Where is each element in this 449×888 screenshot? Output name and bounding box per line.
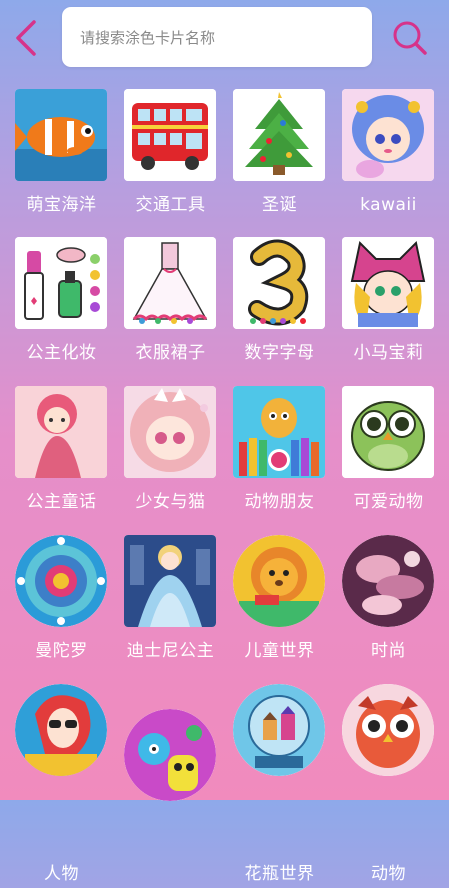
clownfish-image [15,89,107,181]
back-button[interactable] [10,18,44,58]
category-card-animal-friends[interactable]: 动物朋友 [228,377,337,527]
lion-image [233,535,325,627]
category-label: 少女与猫 [135,492,206,512]
chevron-left-icon [16,20,36,56]
category-label: 动物朋友 [244,492,315,512]
category-card-monsters[interactable] [119,700,228,850]
makeup-image [15,237,107,329]
search-input[interactable] [78,7,362,69]
category-label: 数字字母 [244,343,315,363]
category-label: 动物 [371,864,406,884]
category-label: 迪士尼公主 [126,641,215,661]
category-card-fairy-tale[interactable]: 公主童话 [10,377,119,527]
category-label: 公主童话 [26,492,97,512]
search-box [62,7,372,69]
category-card-makeup[interactable]: 公主化妆 [10,228,119,378]
category-card-vehicles[interactable]: 交通工具 [119,80,228,230]
fashion-image [342,535,434,627]
mandala-image [15,535,107,627]
category-label: 人物 [44,864,79,884]
kawaii-girl-image [342,89,434,181]
anime-girl-image [124,386,216,478]
number-three-image [233,237,325,329]
category-label: 花瓶世界 [244,864,315,884]
category-label: 小马宝莉 [353,343,424,363]
category-card-disney-princess[interactable]: 迪士尼公主 [119,526,228,676]
category-label: 可爱动物 [353,492,424,512]
category-card-little-pony[interactable]: 小马宝莉 [337,228,446,378]
green-owl-image [342,386,434,478]
category-card-people[interactable]: 人物 [10,675,119,884]
category-label: 萌宝海洋 [26,195,97,215]
category-label: 曼陀罗 [35,641,88,661]
category-card-vase-world[interactable]: 花瓶世界 [228,675,337,884]
search-icon [393,21,427,55]
red-owl-image [342,684,434,776]
category-card-christmas[interactable]: 圣诞 [228,80,337,230]
category-label: 时尚 [371,641,406,661]
pink-doll-image [15,386,107,478]
category-card-animals[interactable]: 动物 [337,675,446,884]
category-card-fashion[interactable]: 时尚 [337,526,446,676]
category-card-mandala[interactable]: 曼陀罗 [10,526,119,676]
category-card-numbers[interactable]: 数字字母 [228,228,337,378]
cinderella-image [124,535,216,627]
category-label: 公主化妆 [26,343,97,363]
dress-image [124,237,216,329]
search-button[interactable] [390,18,430,58]
bus-image [124,89,216,181]
category-card-kids-world[interactable]: 儿童世界 [228,526,337,676]
category-card-cute-animals[interactable]: 可爱动物 [337,377,446,527]
category-label: 交通工具 [135,195,206,215]
snow-globe-image [233,684,325,776]
top-bar [0,0,449,80]
category-label: 衣服裙子 [135,343,206,363]
christmas-tree-image [233,89,325,181]
category-card-girl-cat[interactable]: 少女与猫 [119,377,228,527]
cat-hat-girl-image [342,237,434,329]
category-label: 圣诞 [262,195,297,215]
monster-image [124,709,216,801]
category-card-ocean[interactable]: 萌宝海洋 [10,80,119,230]
category-label: 儿童世界 [244,641,315,661]
giraffe-image [233,386,325,478]
woman-image [15,684,107,776]
category-card-kawaii[interactable]: kawaii [337,80,446,230]
category-card-dresses[interactable]: 衣服裙子 [119,228,228,378]
category-label: kawaii [360,195,417,215]
